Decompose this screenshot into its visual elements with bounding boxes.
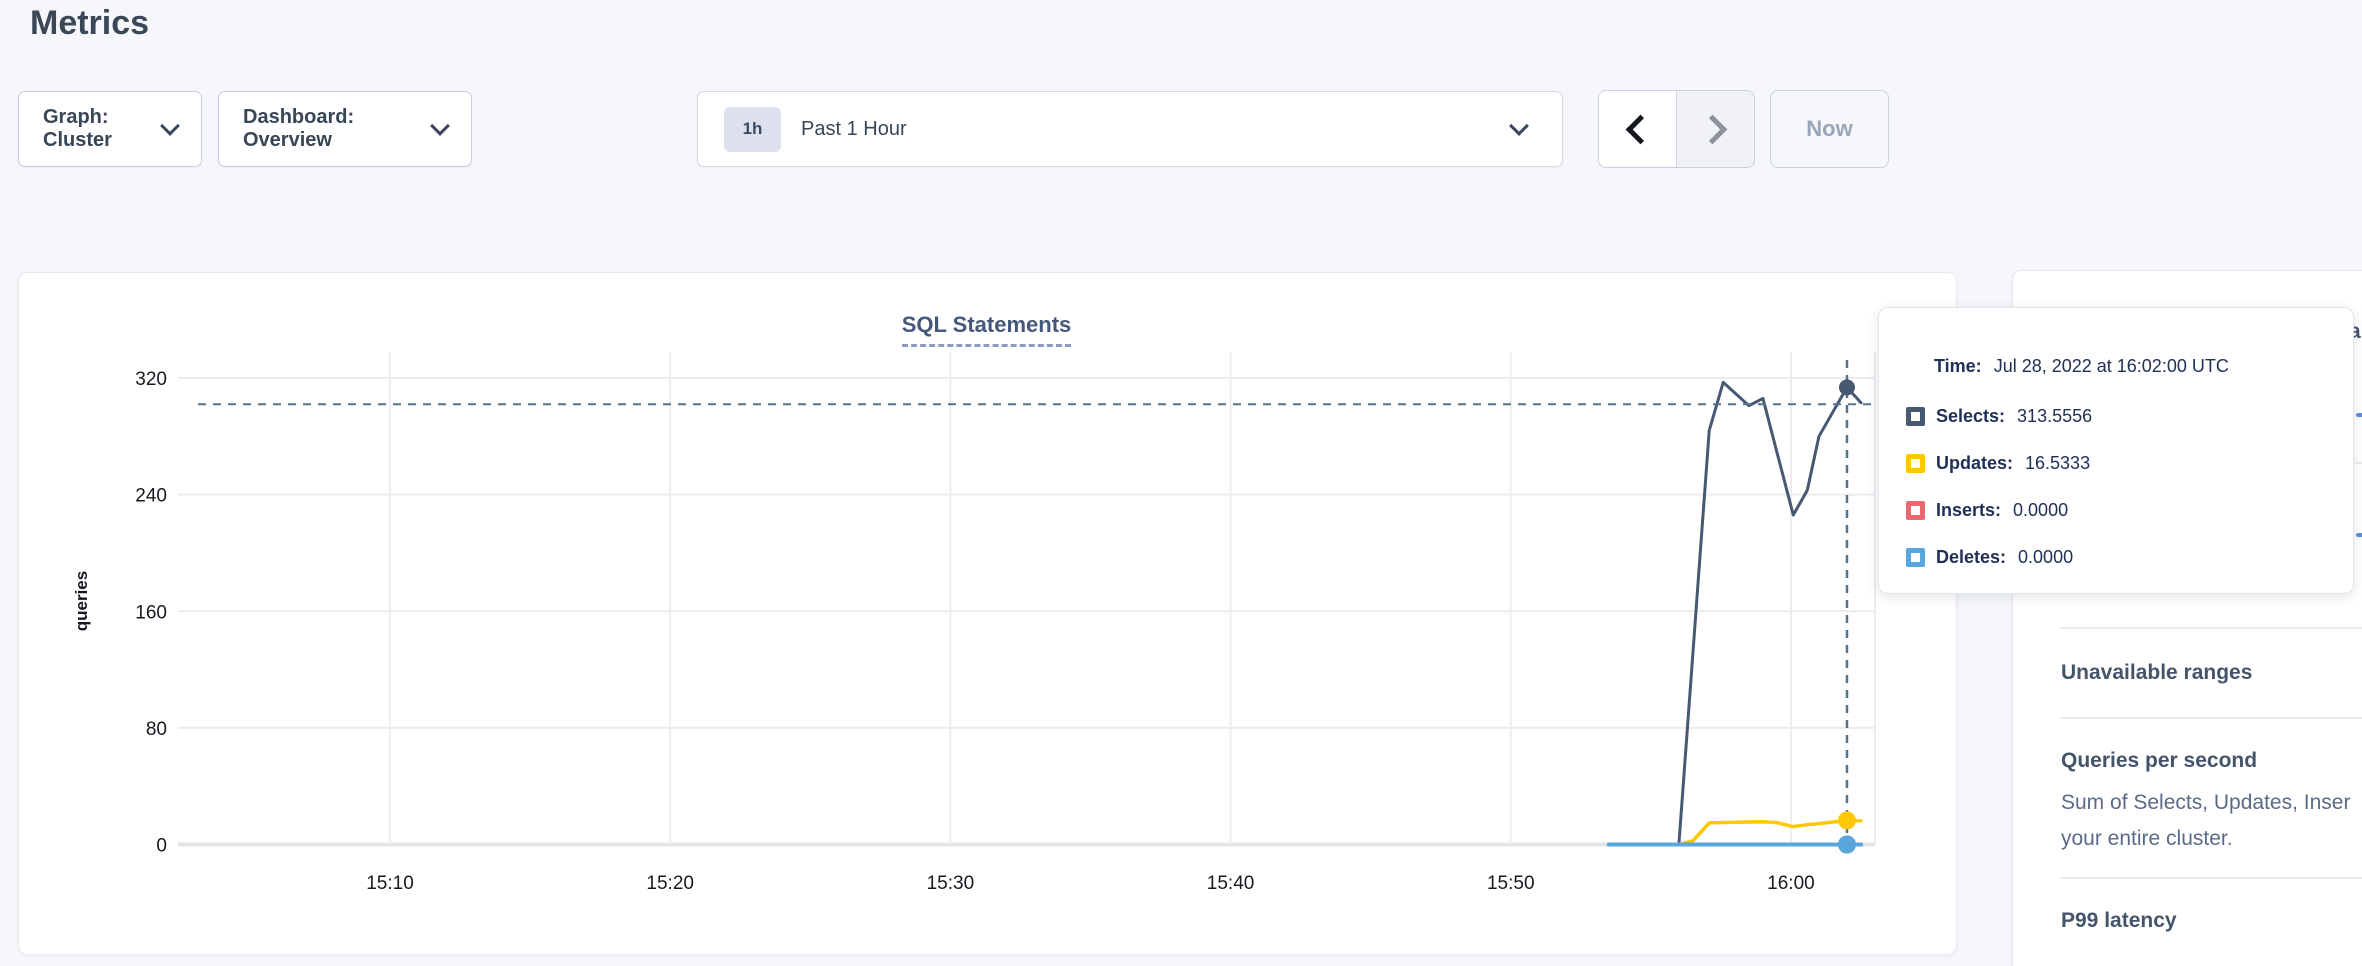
tooltip-time-row: Time: Jul 28, 2022 at 16:02:00 UTC — [1934, 354, 2353, 378]
tooltip-series-row: Deletes: 0.0000 — [1906, 545, 2353, 569]
chart-title[interactable]: SQL Statements — [902, 312, 1072, 347]
inserts-swatch-icon — [1906, 501, 1925, 520]
clipped-link-fragment — [2356, 533, 2362, 537]
selects-swatch-icon — [1906, 407, 1925, 426]
chevron-right-icon — [1698, 114, 1728, 144]
divider — [2060, 627, 2362, 629]
chevron-down-icon — [430, 116, 450, 136]
divider — [2355, 462, 2362, 464]
time-prev-button[interactable] — [1599, 91, 1676, 167]
metrics-page: Metrics Graph: Cluster Dashboard: Overvi… — [0, 0, 2362, 966]
tooltip-series-row: Selects: 313.5556 — [1906, 404, 2353, 428]
updates-swatch-icon — [1906, 454, 1925, 473]
sidebar-stat-p99-latency: P99 latency — [2061, 909, 2177, 933]
deletes-swatch-icon — [1906, 548, 1925, 567]
sidebar-stat-description: Sum of Selects, Updates, Inser your enti… — [2061, 785, 2350, 857]
tooltip-series-row: Updates: 16.5333 — [1906, 451, 2353, 475]
time-range-label: Past 1 Hour — [801, 118, 1512, 141]
page-title: Metrics — [30, 4, 149, 43]
time-range-picker[interactable]: 1h Past 1 Hour — [697, 91, 1563, 167]
now-button[interactable]: Now — [1770, 90, 1889, 168]
dashboard-dropdown-label: Dashboard: Overview — [243, 106, 433, 152]
divider — [2060, 877, 2362, 879]
dashboard-dropdown[interactable]: Dashboard: Overview — [218, 91, 472, 167]
divider — [2060, 717, 2362, 719]
sidebar-stat-queries-per-second: Queries per second — [2061, 749, 2257, 773]
chart-tooltip: Time: Jul 28, 2022 at 16:02:00 UTC Selec… — [1878, 307, 2354, 594]
tooltip-time-value: Jul 28, 2022 at 16:02:00 UTC — [1994, 356, 2229, 377]
sidebar-stat-unavailable-ranges: Unavailable ranges — [2061, 661, 2252, 685]
sql-statements-chart-card — [18, 272, 1957, 955]
time-range-badge: 1h — [724, 107, 781, 152]
tooltip-time-label: Time: — [1934, 356, 1982, 377]
time-pager — [1598, 90, 1755, 168]
chevron-down-icon — [1509, 116, 1529, 136]
chevron-down-icon — [160, 116, 180, 136]
clipped-link-fragment — [2356, 413, 2362, 417]
time-next-button[interactable] — [1676, 91, 1754, 167]
chevron-left-icon — [1626, 114, 1656, 144]
graph-dropdown-label: Graph: Cluster — [43, 106, 163, 152]
tooltip-series-row: Inserts: 0.0000 — [1906, 498, 2353, 522]
graph-dropdown[interactable]: Graph: Cluster — [18, 91, 202, 167]
